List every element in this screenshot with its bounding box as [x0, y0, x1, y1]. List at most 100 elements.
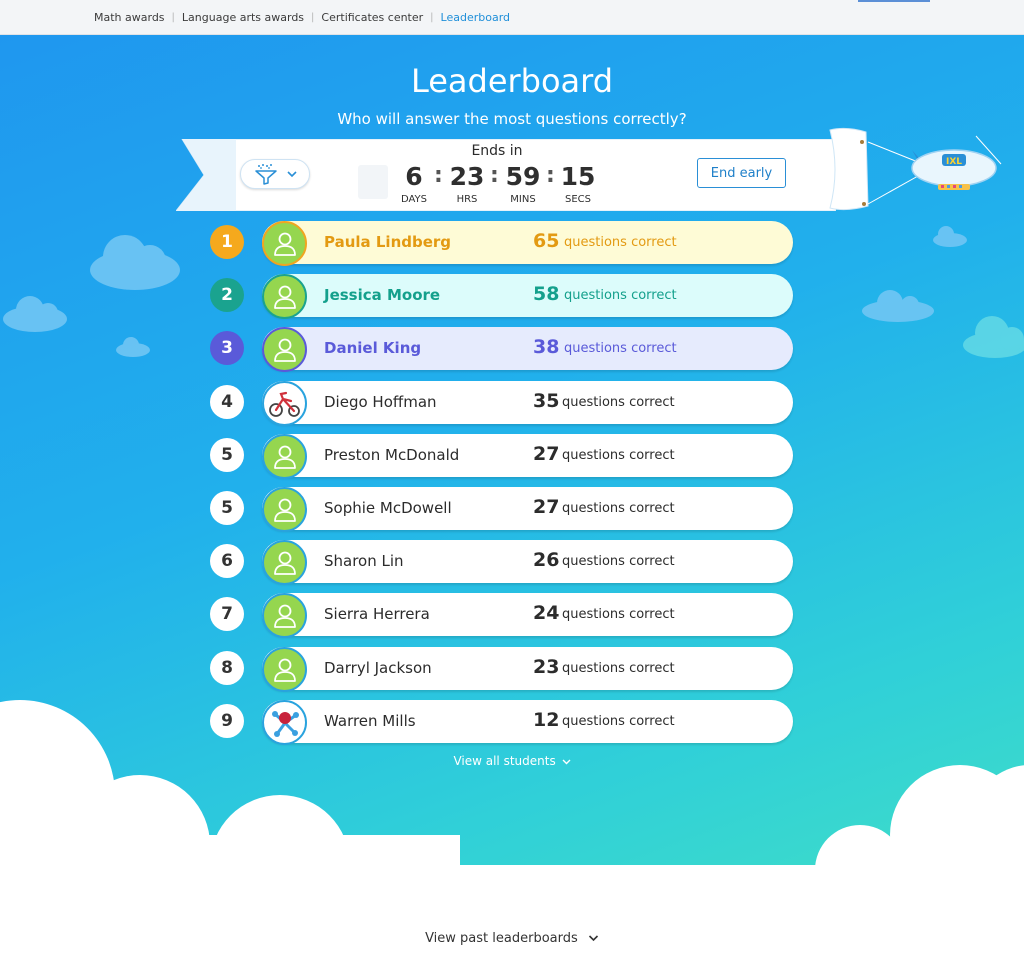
nav-separator: |: [171, 12, 175, 23]
nav-accent-bar: [858, 0, 930, 2]
nav-leaderboard[interactable]: Leaderboard: [441, 11, 510, 24]
timer-hours-label: HRS: [456, 194, 478, 205]
rank-badge: 8: [210, 651, 244, 685]
timer-seconds: 15 SECS: [558, 162, 598, 205]
questions-correct-label: questions correct: [562, 661, 675, 676]
student-name: Darryl Jackson: [324, 659, 432, 677]
student-score: 58: [533, 283, 560, 305]
rank-badge: 9: [210, 704, 244, 738]
leaderboard-row: Daniel King 38 questions correct: [262, 327, 793, 372]
leaderboard-row: Sophie McDowell 27 questions correct: [262, 487, 793, 532]
leaderboard-row: Paula Lindberg 65 questions correct: [262, 221, 793, 266]
nav-certificates-center[interactable]: Certificates center: [321, 11, 423, 24]
student-name: Jessica Moore: [324, 286, 441, 304]
nav-separator: |: [311, 12, 315, 23]
view-all-students-link[interactable]: View all students: [0, 754, 1024, 768]
top-nav: Math awards | Language arts awards | Cer…: [0, 0, 1024, 35]
student-score: 38: [533, 336, 560, 358]
blimp-icon: IXL: [829, 127, 1002, 211]
leaderboard-row: Darryl Jackson 23 questions correct: [262, 647, 793, 692]
student-avatar: [262, 593, 307, 638]
user-icon: [272, 496, 298, 524]
student-avatar: [262, 434, 307, 479]
student-score: 27: [533, 443, 560, 465]
nav-math-awards[interactable]: Math awards: [94, 11, 165, 24]
rank-badge: 5: [210, 491, 244, 525]
user-icon: [272, 336, 298, 364]
rank-badge: 6: [210, 544, 244, 578]
rank-badge: 1: [210, 225, 244, 259]
student-name: Warren Mills: [324, 712, 416, 730]
tricycle-icon: [267, 389, 303, 419]
student-avatar: [262, 487, 307, 532]
filter-dropdown[interactable]: [240, 159, 310, 189]
questions-correct-label: questions correct: [562, 554, 675, 569]
view-past-leaderboards-link[interactable]: View past leaderboards: [0, 931, 1024, 946]
user-icon: [272, 230, 298, 258]
user-icon: [272, 656, 298, 684]
questions-correct-label: questions correct: [562, 714, 675, 729]
user-icon: [272, 549, 298, 577]
timer-minutes: 59 MINS: [502, 162, 544, 205]
rank-badge: 7: [210, 597, 244, 631]
student-score: 23: [533, 656, 560, 678]
timer-colon: :: [434, 163, 443, 188]
student-score: 12: [533, 709, 560, 731]
view-past-leaderboards-label: View past leaderboards: [425, 931, 578, 946]
student-avatar: [262, 327, 307, 372]
timer-days-value: 6: [405, 162, 423, 191]
student-avatar-custom: [262, 700, 307, 745]
timer-minutes-label: MINS: [510, 194, 536, 205]
student-score: 65: [533, 230, 560, 252]
timer-days: 6 DAYS: [398, 162, 430, 205]
student-name: Preston McDonald: [324, 446, 460, 464]
leaderboard-row: Sharon Lin 26 questions correct: [262, 540, 793, 585]
questions-correct-label: questions correct: [564, 341, 677, 356]
student-avatar: [262, 647, 307, 692]
questions-correct-label: questions correct: [564, 235, 677, 250]
timer-colon: :: [546, 163, 555, 188]
rank-badge: 2: [210, 278, 244, 312]
questions-correct-label: questions correct: [564, 288, 677, 303]
student-name: Diego Hoffman: [324, 393, 437, 411]
questions-correct-label: questions correct: [562, 448, 675, 463]
nav-separator: |: [430, 12, 434, 23]
leaderboard-row: Preston McDonald 27 questions correct: [262, 434, 793, 479]
awards-nav: Math awards | Language arts awards | Cer…: [94, 11, 510, 24]
leaderboard-row: Sierra Herrera 24 questions correct: [262, 593, 793, 638]
timer-days-label: DAYS: [400, 194, 428, 205]
timer-hours-value: 23: [449, 162, 485, 191]
end-early-button[interactable]: End early: [697, 158, 786, 188]
student-name: Paula Lindberg: [324, 233, 452, 251]
questions-correct-label: questions correct: [562, 395, 675, 410]
student-avatar-custom: [262, 381, 307, 426]
student-name: Sharon Lin: [324, 552, 404, 570]
student-avatar: [262, 274, 307, 319]
page-title: Leaderboard: [410, 62, 614, 100]
ixl-logo-text: IXL: [946, 157, 962, 167]
student-score: 27: [533, 496, 560, 518]
questions-correct-label: questions correct: [562, 501, 675, 516]
nav-language-arts-awards[interactable]: Language arts awards: [182, 11, 304, 24]
leaderboard-row: Diego Hoffman 35 questions correct: [262, 381, 793, 426]
leaderboard-row: Warren Mills 12 questions correct: [262, 700, 793, 745]
student-score: 24: [533, 602, 560, 624]
chevron-down-icon: [287, 171, 297, 178]
student-name: Sophie McDowell: [324, 499, 452, 517]
leaderboard-row: Jessica Moore 58 questions correct: [262, 274, 793, 319]
student-avatar: [262, 221, 307, 266]
questions-correct-label: questions correct: [562, 607, 675, 622]
student-avatar: [262, 540, 307, 585]
timer-placeholder-box: [358, 165, 388, 199]
timer-minutes-value: 59: [505, 162, 541, 191]
chevron-down-icon: [588, 935, 598, 942]
chevron-down-icon: [562, 759, 571, 765]
timer-hours: 23 HRS: [446, 162, 488, 205]
user-icon: [272, 283, 298, 311]
student-name: Daniel King: [324, 339, 422, 357]
filter-icon: [255, 164, 277, 185]
student-score: 26: [533, 549, 560, 571]
molecule-icon: [267, 706, 303, 740]
student-name: Sierra Herrera: [324, 605, 430, 623]
timer-colon: :: [490, 163, 499, 188]
